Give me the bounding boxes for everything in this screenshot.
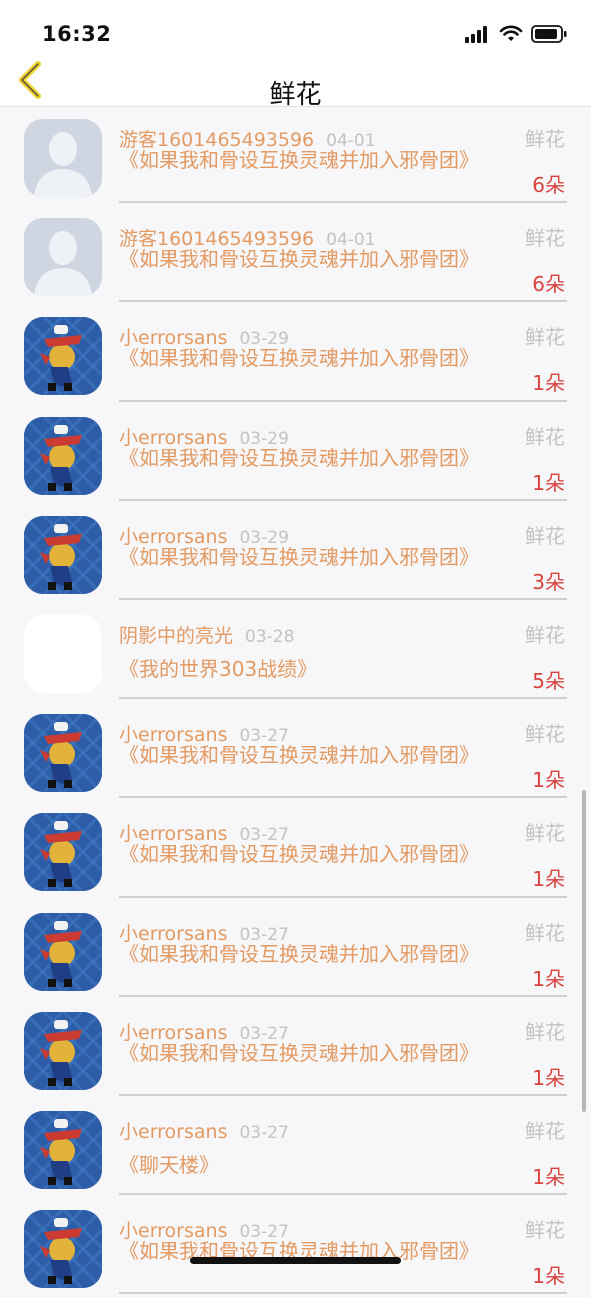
status-time: 16:32 — [42, 22, 112, 46]
avatar[interactable] — [24, 317, 102, 396]
gift-count: 1朵 — [532, 1264, 565, 1289]
gift-type: 鲜花 — [525, 821, 565, 846]
status-icons — [465, 25, 567, 47]
row-divider — [119, 399, 567, 402]
gift-type: 鲜花 — [525, 622, 565, 647]
gift-count: 6朵 — [532, 173, 565, 197]
flower-record-row[interactable]: 小errorsans 03-27 《如果我和骨设互换灵魂并加入邪骨团》 鲜花 1朵 — [0, 1198, 591, 1297]
avatar[interactable] — [24, 515, 102, 594]
row-divider — [119, 300, 567, 303]
record-date: 03-28 — [245, 626, 295, 647]
avatar[interactable] — [24, 416, 102, 495]
avatar[interactable] — [24, 1011, 102, 1090]
row-divider — [119, 1193, 567, 1196]
page-title: 鲜花 — [269, 80, 322, 110]
book-title[interactable]: 《如果我和骨设互换灵魂并加入邪骨团》 — [119, 149, 499, 172]
flower-record-list: 游客1601465493596 04-01 《如果我和骨设互换灵魂并加入邪骨团》 … — [0, 107, 591, 1297]
avatar[interactable] — [24, 1110, 102, 1189]
book-title[interactable]: 《聊天楼》 — [119, 1153, 499, 1177]
flower-record-row[interactable]: 阴影中的亮光 03-28 《我的世界303战绩》 鲜花 5朵 — [0, 603, 591, 702]
username[interactable]: 小errorsans — [119, 1121, 227, 1143]
gift-count: 6朵 — [532, 272, 565, 297]
avatar[interactable] — [24, 1210, 102, 1289]
avatar[interactable] — [24, 714, 102, 793]
flower-record-row[interactable]: 小errorsans 03-27 《如果我和骨设互换灵魂并加入邪骨团》 鲜花 1朵 — [0, 1000, 591, 1099]
row-divider — [119, 697, 567, 700]
battery-icon — [531, 25, 567, 47]
book-title[interactable]: 《如果我和骨设互换灵魂并加入邪骨团》 — [119, 248, 499, 271]
book-title[interactable]: 《我的世界303战绩》 — [119, 657, 499, 681]
gift-type: 鲜花 — [525, 1218, 565, 1243]
row-divider — [119, 597, 567, 600]
gift-count: 1朵 — [532, 371, 565, 396]
scrollbar[interactable] — [582, 790, 586, 1112]
avatar[interactable] — [24, 614, 102, 693]
gift-count: 1朵 — [532, 1164, 565, 1189]
row-divider — [119, 895, 567, 898]
avatar[interactable] — [24, 218, 102, 297]
book-title[interactable]: 《如果我和骨设互换灵魂并加入邪骨团》 — [119, 942, 499, 966]
row-divider — [119, 498, 567, 501]
gift-type: 鲜花 — [525, 920, 565, 945]
flower-record-row[interactable]: 小errorsans 03-27 《如果我和骨设互换灵魂并加入邪骨团》 鲜花 1朵 — [0, 801, 591, 900]
row-header: 小errorsans 03-27 — [119, 1117, 289, 1144]
gift-type: 鲜花 — [525, 325, 565, 350]
avatar[interactable] — [24, 813, 102, 892]
gift-type: 鲜花 — [525, 523, 565, 548]
gift-type: 鲜花 — [525, 1019, 565, 1044]
row-divider — [119, 201, 567, 204]
row-divider — [119, 994, 567, 997]
book-title[interactable]: 《如果我和骨设互换灵魂并加入邪骨团》 — [119, 545, 499, 569]
gift-type: 鲜花 — [525, 722, 565, 747]
gift-count: 5朵 — [532, 668, 565, 693]
gift-count: 1朵 — [532, 1065, 565, 1090]
book-title[interactable]: 《如果我和骨设互换灵魂并加入邪骨团》 — [119, 347, 499, 370]
flower-record-row[interactable]: 小errorsans 03-27 《聊天楼》 鲜花 1朵 — [0, 1099, 591, 1198]
book-title[interactable]: 《如果我和骨设互换灵魂并加入邪骨团》 — [119, 446, 499, 470]
gift-count: 1朵 — [532, 470, 565, 495]
record-date: 03-27 — [239, 1122, 289, 1143]
book-title[interactable]: 《如果我和骨设互换灵魂并加入邪骨团》 — [119, 1041, 499, 1065]
status-bar: 16:32 — [0, 0, 591, 56]
avatar[interactable] — [24, 119, 102, 197]
nav-bar: 鲜花 — [0, 56, 591, 110]
row-divider — [119, 1292, 567, 1295]
row-divider — [119, 796, 567, 799]
flower-record-row[interactable]: 小errorsans 03-29 《如果我和骨设互换灵魂并加入邪骨团》 鲜花 1朵 — [0, 405, 591, 504]
flower-record-row[interactable]: 小errorsans 03-27 《如果我和骨设互换灵魂并加入邪骨团》 鲜花 1朵 — [0, 901, 591, 1000]
wifi-icon — [499, 25, 523, 47]
flower-record-row[interactable]: 游客1601465493596 04-01 《如果我和骨设互换灵魂并加入邪骨团》 … — [0, 107, 591, 206]
flower-record-row[interactable]: 小errorsans 03-29 《如果我和骨设互换灵魂并加入邪骨团》 鲜花 3朵 — [0, 504, 591, 603]
row-header: 阴影中的亮光 03-28 — [119, 621, 294, 648]
gift-type: 鲜花 — [525, 424, 565, 449]
gift-type: 鲜花 — [525, 127, 565, 151]
flower-record-row[interactable]: 游客1601465493596 04-01 《如果我和骨设互换灵魂并加入邪骨团》 … — [0, 206, 591, 305]
flower-record-row[interactable]: 小errorsans 03-29 《如果我和骨设互换灵魂并加入邪骨团》 鲜花 1朵 — [0, 305, 591, 404]
gift-type: 鲜花 — [525, 226, 565, 251]
gift-count: 3朵 — [532, 569, 565, 594]
signal-icon — [465, 25, 491, 47]
gift-count: 1朵 — [532, 867, 565, 892]
avatar[interactable] — [24, 912, 102, 991]
book-title[interactable]: 《如果我和骨设互换灵魂并加入邪骨团》 — [119, 843, 499, 866]
book-title[interactable]: 《如果我和骨设互换灵魂并加入邪骨团》 — [119, 744, 499, 767]
gift-count: 1朵 — [532, 966, 565, 991]
gift-type: 鲜花 — [525, 1118, 565, 1143]
username[interactable]: 阴影中的亮光 — [119, 625, 233, 647]
gift-count: 1朵 — [532, 768, 565, 793]
row-divider — [119, 1093, 567, 1096]
home-indicator — [190, 1257, 401, 1264]
flower-record-row[interactable]: 小errorsans 03-27 《如果我和骨设互换灵魂并加入邪骨团》 鲜花 1朵 — [0, 702, 591, 801]
